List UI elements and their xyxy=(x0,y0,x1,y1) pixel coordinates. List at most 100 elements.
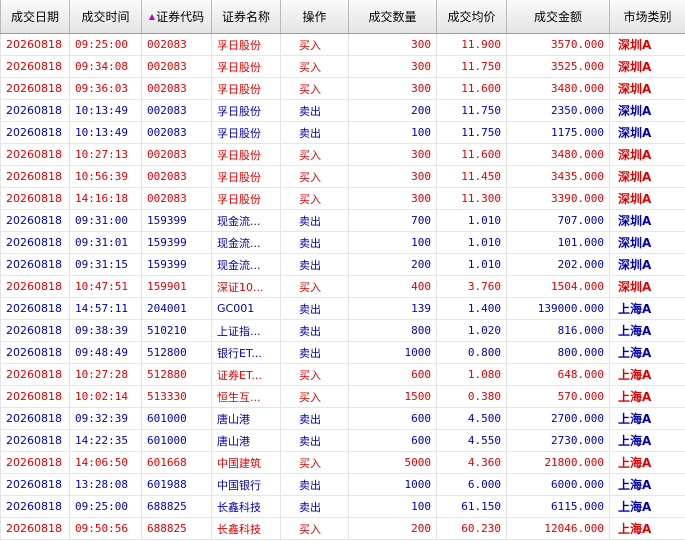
cell-code: 002083 xyxy=(141,121,212,144)
cell-time: 14:22:35 xyxy=(69,429,142,452)
cell-quantity: 300 xyxy=(348,55,437,78)
table-row[interactable]: 20260818 09:31:00 159399 现金流... 卖出 700 1.010 70… xyxy=(0,209,685,232)
cell-name: 银行ET... xyxy=(211,341,281,364)
cell-name: 证券ET... xyxy=(211,363,281,386)
cell-market: 上海A xyxy=(609,451,685,474)
cell-date: 20260818 xyxy=(0,165,70,188)
cell-name: 长鑫科技 xyxy=(211,495,281,518)
cell-market: 深圳A xyxy=(609,55,685,78)
cell-market: 深圳A xyxy=(609,209,685,232)
cell-name: 孚日股份 xyxy=(211,143,281,166)
cell-time: 09:38:39 xyxy=(69,319,142,342)
cell-avg-price: 1.010 xyxy=(436,209,507,232)
cell-date: 20260818 xyxy=(0,341,70,364)
cell-date: 20260818 xyxy=(0,495,70,518)
table-row[interactable]: 20260818 09:34:08 002083 孚日股份 买入 300 11.750 352… xyxy=(0,55,685,78)
cell-time: 09:31:01 xyxy=(69,231,142,254)
cell-operation: 买入 xyxy=(280,77,349,100)
cell-amount: 800.000 xyxy=(506,341,610,364)
cell-code: 002083 xyxy=(141,99,212,122)
col-header-amount[interactable]: 成交金额 xyxy=(506,0,610,34)
col-header-time[interactable]: 成交时间 xyxy=(69,0,142,34)
cell-operation: 买入 xyxy=(280,55,349,78)
table-row[interactable]: 20260818 10:13:49 002083 孚日股份 卖出 200 11.750 235… xyxy=(0,99,685,122)
cell-time: 10:13:49 xyxy=(69,99,142,122)
cell-date: 20260818 xyxy=(0,99,70,122)
cell-time: 10:47:51 xyxy=(69,275,142,298)
cell-operation: 买入 xyxy=(280,143,349,166)
cell-operation: 卖出 xyxy=(280,99,349,122)
cell-amount: 202.000 xyxy=(506,253,610,276)
cell-amount: 3435.000 xyxy=(506,165,610,188)
cell-quantity: 200 xyxy=(348,517,437,540)
cell-time: 09:48:49 xyxy=(69,341,142,364)
cell-avg-price: 1.080 xyxy=(436,363,507,386)
cell-avg-price: 0.380 xyxy=(436,385,507,408)
cell-operation: 买入 xyxy=(280,187,349,210)
cell-avg-price: 11.750 xyxy=(436,55,507,78)
cell-quantity: 139 xyxy=(348,297,437,320)
cell-name: 孚日股份 xyxy=(211,187,281,210)
cell-amount: 21800.000 xyxy=(506,451,610,474)
table-row[interactable]: 20260818 09:31:01 159399 现金流... 卖出 100 1.010 10… xyxy=(0,231,685,254)
table-row[interactable]: 20260818 09:50:56 688825 长鑫科技 买入 200 60.230 120… xyxy=(0,517,685,540)
table-row[interactable]: 20260818 09:38:39 510210 上证指... 卖出 800 1.020 81… xyxy=(0,319,685,342)
cell-date: 20260818 xyxy=(0,429,70,452)
table-row[interactable]: 20260818 10:13:49 002083 孚日股份 卖出 100 11.750 117… xyxy=(0,121,685,144)
table-row[interactable]: 20260818 09:48:49 512800 银行ET... 卖出 1000 0.800… xyxy=(0,341,685,364)
table-row[interactable]: 20260818 09:25:00 688825 长鑫科技 卖出 100 61.150 611… xyxy=(0,495,685,518)
cell-market: 深圳A xyxy=(609,165,685,188)
table-row[interactable]: 20260818 10:02:14 513330 恒生互... 买入 1500 0.380 5… xyxy=(0,385,685,408)
cell-time: 09:31:15 xyxy=(69,253,142,276)
cell-code: 002083 xyxy=(141,165,212,188)
table-row[interactable]: 20260818 09:36:03 002083 孚日股份 买入 300 11.600 348… xyxy=(0,77,685,100)
cell-operation: 卖出 xyxy=(280,253,349,276)
table-row[interactable]: 20260818 09:31:15 159399 现金流... 卖出 200 1.010 20… xyxy=(0,253,685,276)
cell-market: 深圳A xyxy=(609,275,685,298)
col-header-name[interactable]: 证券名称 xyxy=(211,0,281,34)
cell-operation: 买入 xyxy=(280,275,349,298)
table-row[interactable]: 20260818 10:27:13 002083 孚日股份 买入 300 11.600 348… xyxy=(0,143,685,166)
table-row[interactable]: 20260818 09:32:39 601000 唐山港 卖出 600 4.500 2700.… xyxy=(0,407,685,430)
cell-code: 159399 xyxy=(141,209,212,232)
table-row[interactable]: 20260818 10:56:39 002083 孚日股份 买入 300 11.450 343… xyxy=(0,165,685,188)
table-row[interactable]: 20260818 10:27:28 512880 证券ET... 买入 600 1.080 6… xyxy=(0,363,685,386)
cell-market: 深圳A xyxy=(609,99,685,122)
col-header-market[interactable]: 市场类别 xyxy=(609,0,685,34)
cell-time: 14:06:50 xyxy=(69,451,142,474)
cell-operation: 买入 xyxy=(280,385,349,408)
cell-market: 深圳A xyxy=(609,231,685,254)
col-header-quantity[interactable]: 成交数量 xyxy=(348,0,437,34)
col-header-code[interactable]: ▲证券代码 xyxy=(141,0,212,34)
cell-code: 601000 xyxy=(141,407,212,430)
cell-code: 688825 xyxy=(141,517,212,540)
cell-avg-price: 1.010 xyxy=(436,253,507,276)
cell-code: 002083 xyxy=(141,143,212,166)
cell-code: 601668 xyxy=(141,451,212,474)
cell-amount: 3480.000 xyxy=(506,77,610,100)
cell-amount: 2350.000 xyxy=(506,99,610,122)
table-row[interactable]: 20260818 14:16:18 002083 孚日股份 买入 300 11.300 339… xyxy=(0,187,685,210)
cell-time: 10:56:39 xyxy=(69,165,142,188)
cell-operation: 卖出 xyxy=(280,121,349,144)
cell-quantity: 1000 xyxy=(348,473,437,496)
cell-avg-price: 1.010 xyxy=(436,231,507,254)
cell-quantity: 600 xyxy=(348,363,437,386)
cell-name: 孚日股份 xyxy=(211,77,281,100)
table-row[interactable]: 20260818 14:06:50 601668 中国建筑 买入 5000 4.360 218… xyxy=(0,451,685,474)
cell-date: 20260818 xyxy=(0,473,70,496)
col-header-date[interactable]: 成交日期 xyxy=(0,0,70,34)
cell-market: 深圳A xyxy=(609,121,685,144)
cell-avg-price: 1.020 xyxy=(436,319,507,342)
col-header-avg-price[interactable]: 成交均价 xyxy=(436,0,507,34)
table-row[interactable]: 20260818 13:28:08 601988 中国银行 卖出 1000 6.000 600… xyxy=(0,473,685,496)
col-header-operation[interactable]: 操作 xyxy=(280,0,349,34)
table-row[interactable]: 20260818 14:22:35 601000 唐山港 卖出 600 4.550 2730.… xyxy=(0,429,685,452)
cell-time: 13:28:08 xyxy=(69,473,142,496)
cell-quantity: 300 xyxy=(348,143,437,166)
table-row[interactable]: 20260818 14:57:11 204001 GC001 卖出 139 1.400 139… xyxy=(0,297,685,320)
cell-quantity: 200 xyxy=(348,253,437,276)
table-row[interactable]: 20260818 09:25:00 002083 孚日股份 买入 300 11.900 357… xyxy=(0,33,685,56)
cell-name: 孚日股份 xyxy=(211,33,281,56)
table-row[interactable]: 20260818 10:47:51 159901 深证10... 买入 400 3.760 1… xyxy=(0,275,685,298)
